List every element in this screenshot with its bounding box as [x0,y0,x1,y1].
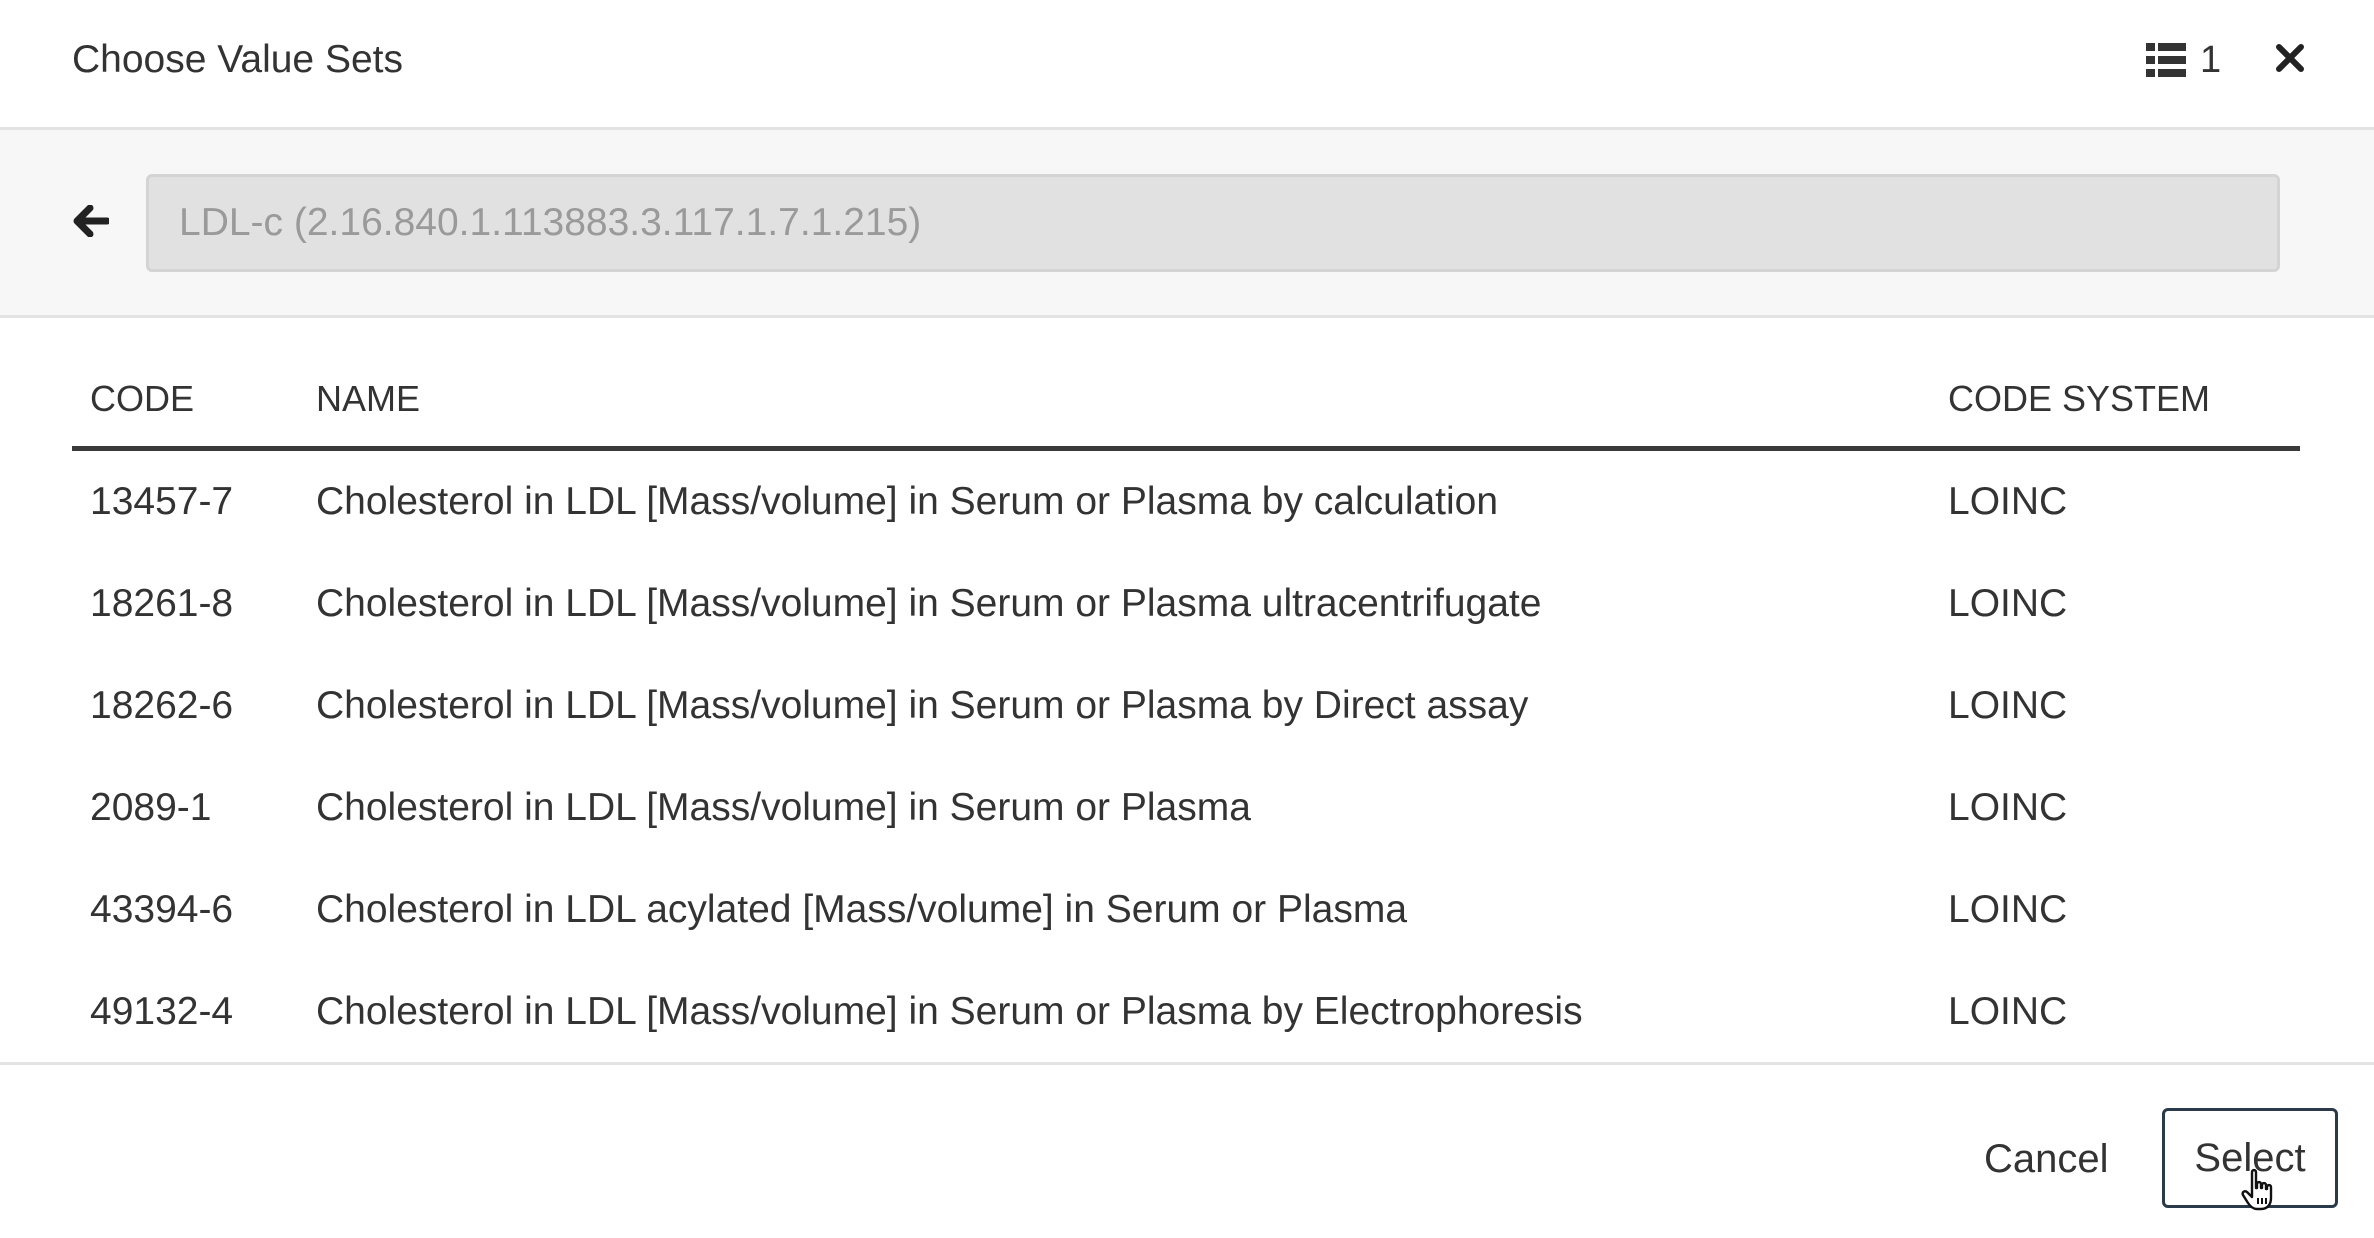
codes-table: CODE NAME CODE SYSTEM 13457-7 Cholestero… [72,318,2300,1062]
selected-count: 1 [2200,39,2222,81]
dialog-footer: Cancel Select [0,1062,2374,1238]
row-code-system: LOINC [1948,989,2068,1033]
row-code-system: LOINC [1948,683,2068,727]
table-header-row: CODE NAME CODE SYSTEM [72,318,2300,451]
row-code: 18262-6 [90,683,234,727]
list-icon [2146,43,2186,77]
selected-count-indicator[interactable]: 1 [2146,36,2221,84]
row-code-system: LOINC [1948,581,2068,625]
close-button[interactable] [2268,38,2312,82]
row-name: Cholesterol in LDL acylated [Mass/volume… [316,887,1408,931]
table-row[interactable]: 43394-6 Cholesterol in LDL acylated [Mas… [72,859,2300,961]
row-name: Cholesterol in LDL [Mass/volume] in Seru… [316,581,1542,625]
table-row[interactable]: 18261-8 Cholesterol in LDL [Mass/volume]… [72,553,2300,655]
choose-value-sets-dialog: Choose Value Sets 1 LDL-c (2.16.840.1.11… [0,0,2374,1238]
arrow-left-icon [73,204,111,242]
column-header-code-system[interactable]: CODE SYSTEM [1930,318,2300,451]
value-set-search-input[interactable] [146,174,2280,272]
row-name: Cholesterol in LDL [Mass/volume] in Seru… [316,989,1583,1033]
table-row[interactable]: 49132-4 Cholesterol in LDL [Mass/volume]… [72,961,2300,1063]
column-header-code[interactable]: CODE [72,318,298,451]
dialog-title: Choose Value Sets [72,38,403,81]
cancel-button[interactable]: Cancel [1960,1127,2133,1191]
back-button[interactable] [68,200,114,246]
dialog-header: Choose Value Sets 1 [0,0,2374,130]
row-code: 18261-8 [90,581,234,625]
row-name: Cholesterol in LDL [Mass/volume] in Seru… [316,683,1529,727]
select-button[interactable]: Select [2162,1108,2338,1208]
row-code-system: LOINC [1948,785,2068,829]
table-row[interactable]: 2089-1 Cholesterol in LDL [Mass/volume] … [72,757,2300,859]
row-name: Cholesterol in LDL [Mass/volume] in Seru… [316,785,1251,829]
row-name: Cholesterol in LDL [Mass/volume] in Seru… [316,479,1499,523]
row-code: 2089-1 [90,785,212,829]
table-row[interactable]: 18262-6 Cholesterol in LDL [Mass/volume]… [72,655,2300,757]
row-code-system: LOINC [1948,887,2068,931]
search-bar [0,130,2374,318]
row-code: 13457-7 [90,479,234,523]
close-icon [2275,43,2305,78]
row-code: 49132-4 [90,989,234,1033]
codes-table-container: CODE NAME CODE SYSTEM 13457-7 Cholestero… [72,318,2300,1062]
table-row[interactable]: 13457-7 Cholesterol in LDL [Mass/volume]… [72,448,2300,553]
row-code-system: LOINC [1948,479,2068,523]
row-code: 43394-6 [90,887,234,931]
column-header-name[interactable]: NAME [298,318,1930,451]
